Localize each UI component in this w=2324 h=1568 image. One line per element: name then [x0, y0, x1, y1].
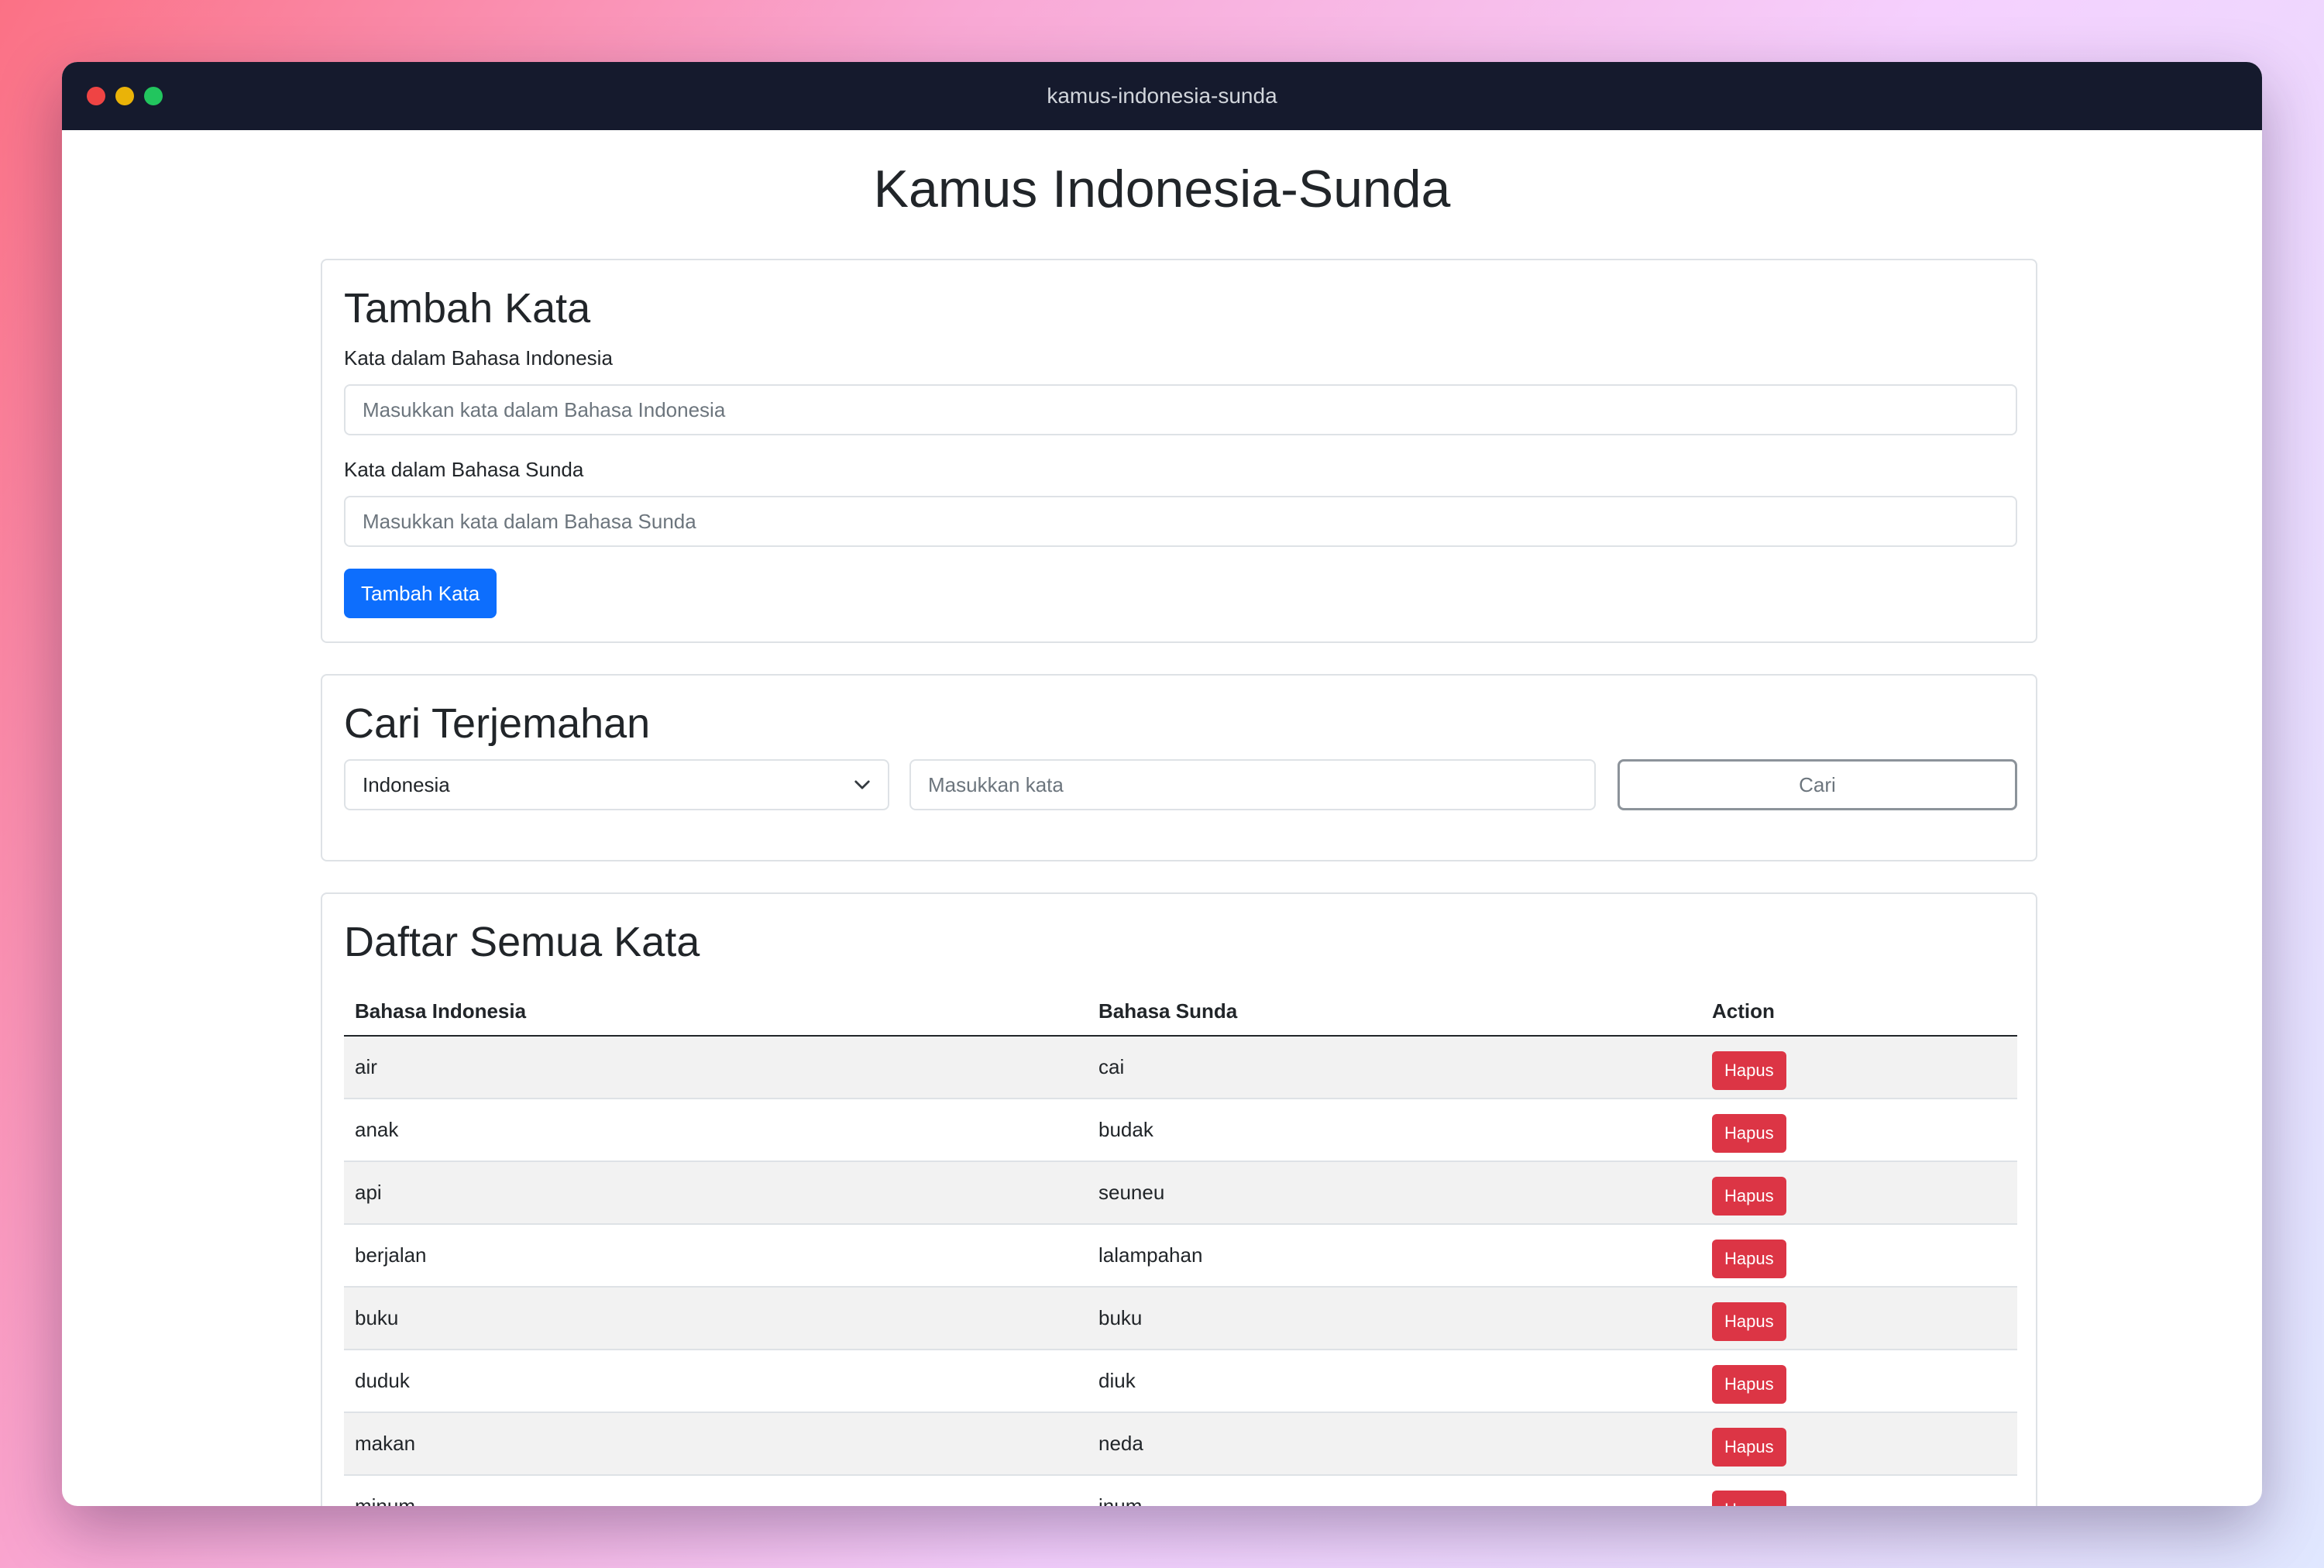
page-title: Kamus Indonesia-Sunda — [873, 160, 1451, 218]
cell-indonesia: duduk — [344, 1350, 1088, 1413]
table-row: api seuneu Hapus — [344, 1161, 2017, 1225]
window-title: kamus-indonesia-sunda — [1047, 84, 1277, 108]
cell-indonesia: api — [344, 1161, 1088, 1225]
cell-action: Hapus — [1701, 1161, 2017, 1225]
delete-button[interactable]: Hapus — [1712, 1113, 1786, 1153]
column-header-indonesia: Bahasa Indonesia — [344, 987, 1088, 1037]
cell-action: Hapus — [1701, 1099, 2017, 1162]
language-select-value: Indonesia — [363, 773, 450, 796]
add-word-card-frame: Tambah Kata Kata dalam Bahasa Indonesia … — [321, 259, 2037, 643]
sundanese-word-input[interactable] — [344, 496, 2017, 547]
cell-action: Hapus — [1701, 1350, 2017, 1413]
cell-sunda: neda — [1088, 1412, 1701, 1476]
cell-indonesia: berjalan — [344, 1224, 1088, 1288]
column-header-action: Action — [1701, 987, 2017, 1037]
search-button[interactable]: Cari — [1618, 759, 2017, 810]
cell-action: Hapus — [1701, 1475, 2017, 1506]
sundanese-word-label: Kata dalam Bahasa Sunda — [344, 458, 584, 481]
add-word-heading: Tambah Kata — [344, 285, 591, 332]
table-row: minum inum Hapus — [344, 1475, 2017, 1506]
delete-button[interactable]: Hapus — [1712, 1176, 1786, 1216]
table-row: berjalan lalampahan Hapus — [344, 1224, 2017, 1288]
cell-indonesia: minum — [344, 1475, 1088, 1506]
delete-button[interactable]: Hapus — [1712, 1364, 1786, 1404]
cell-action: Hapus — [1701, 1036, 2017, 1099]
page-content: Kamus Indonesia-Sunda Tambah Kata Kata d… — [62, 130, 2262, 1506]
word-table: Bahasa Indonesia Bahasa Sunda Action air… — [344, 987, 2017, 1506]
delete-button[interactable]: Hapus — [1712, 1239, 1786, 1278]
cell-sunda: diuk — [1088, 1350, 1701, 1413]
table-row: anak budak Hapus — [344, 1099, 2017, 1162]
cell-indonesia: makan — [344, 1412, 1088, 1476]
indonesian-word-input[interactable] — [344, 384, 2017, 435]
indonesian-word-label: Kata dalam Bahasa Indonesia — [344, 346, 613, 370]
chevron-down-icon — [854, 780, 870, 789]
word-list-heading: Daftar Semua Kata — [344, 919, 700, 965]
app-window: kamus-indonesia-sunda Kamus Indonesia-Su… — [62, 62, 2262, 1506]
language-select[interactable]: Indonesia — [344, 759, 889, 810]
cell-action: Hapus — [1701, 1287, 2017, 1350]
table-row: duduk diuk Hapus — [344, 1350, 2017, 1413]
delete-button[interactable]: Hapus — [1712, 1490, 1786, 1506]
word-list-card: Daftar Semua Kata Bahasa Indonesia Bahas… — [321, 892, 2037, 1506]
search-word-input[interactable] — [909, 759, 1596, 810]
column-header-sunda: Bahasa Sunda — [1088, 987, 1701, 1037]
cell-sunda: seuneu — [1088, 1161, 1701, 1225]
cell-action: Hapus — [1701, 1412, 2017, 1476]
search-card: Cari Terjemahan Indonesia Cari — [321, 674, 2037, 861]
table-row: makan neda Hapus — [344, 1412, 2017, 1476]
table-row: buku buku Hapus — [344, 1287, 2017, 1350]
cell-sunda: inum — [1088, 1475, 1701, 1506]
cell-action: Hapus — [1701, 1224, 2017, 1288]
table-row: air cai Hapus — [344, 1036, 2017, 1099]
cell-indonesia: air — [344, 1036, 1088, 1099]
table-header-row: Bahasa Indonesia Bahasa Sunda Action — [344, 987, 2017, 1037]
cell-sunda: buku — [1088, 1287, 1701, 1350]
delete-button[interactable]: Hapus — [1712, 1427, 1786, 1467]
cell-indonesia: buku — [344, 1287, 1088, 1350]
cell-sunda: lalampahan — [1088, 1224, 1701, 1288]
delete-button[interactable]: Hapus — [1712, 1302, 1786, 1341]
delete-button[interactable]: Hapus — [1712, 1050, 1786, 1090]
cell-sunda: cai — [1088, 1036, 1701, 1099]
add-word-button[interactable]: Tambah Kata — [344, 569, 497, 618]
search-heading: Cari Terjemahan — [344, 700, 651, 747]
cell-indonesia: anak — [344, 1099, 1088, 1162]
window-titlebar: kamus-indonesia-sunda — [62, 62, 2262, 130]
cell-sunda: budak — [1088, 1099, 1701, 1162]
